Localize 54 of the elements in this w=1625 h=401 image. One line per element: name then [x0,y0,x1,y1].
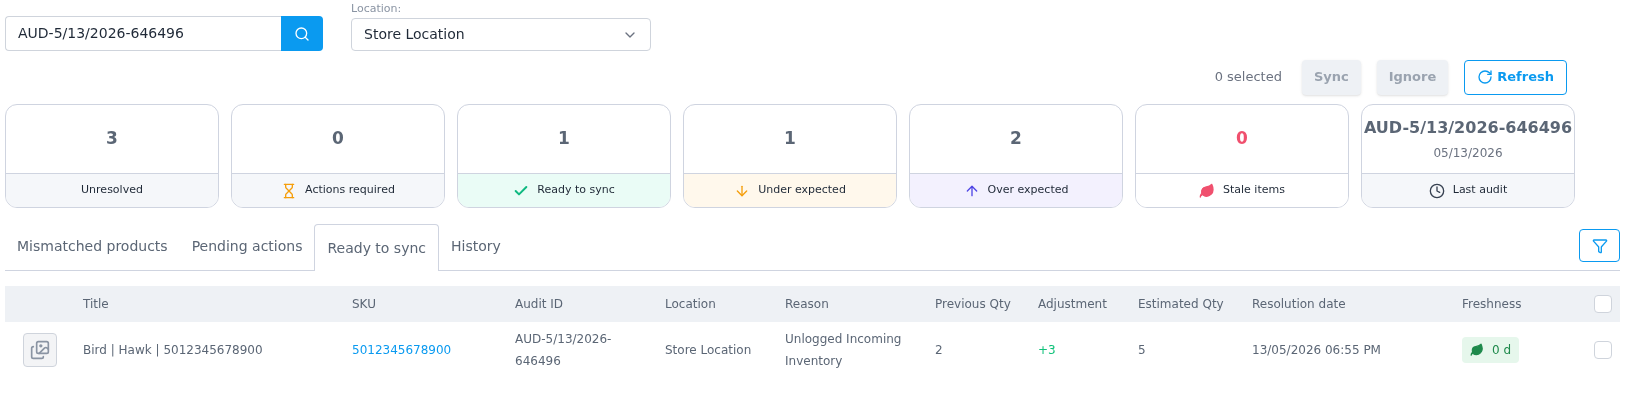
stat-label: Unresolved [81,182,143,199]
column-header: Reason [785,297,829,311]
table-cell-text: 5 [1138,341,1147,359]
stat-value: 3 [106,127,118,151]
column-header: Estimated Qty [1138,297,1224,311]
sku-link[interactable]: 5012345678900 [352,342,452,357]
stat-value: 0 [1236,127,1248,151]
column-header: Freshness [1462,297,1522,311]
stat-value: 2 [1010,127,1022,151]
refresh-icon [1477,69,1494,85]
stat-date: 05/13/2026 [1433,145,1503,162]
leaf-icon [1470,342,1484,357]
tab[interactable]: History [439,223,513,270]
column-header: SKU [352,297,376,311]
tab[interactable]: Ready to sync [314,224,440,271]
column-header: Previous Qty [935,297,1011,311]
column-header: Location [665,297,716,311]
stat-value: 1 [784,127,796,151]
search-button[interactable] [281,16,323,51]
table-cell-text: Bird | Hawk | 5012345678900 [83,341,264,359]
images-icon [30,339,50,360]
table-cell-text: AUD-5/13/2026-646496 [515,330,613,370]
tab[interactable]: Pending actions [179,223,315,270]
row-checkbox[interactable] [1593,340,1612,359]
stat-value: AUD-5/13/2026-646496 [1363,117,1573,139]
leaf-icon [1199,182,1215,199]
stat-label: Stale items [1223,182,1285,199]
field-label: Location: [351,2,403,16]
filter-icon [1591,237,1608,254]
stat-label: Last audit [1452,182,1508,199]
search-icon [294,25,310,42]
stat-value: 0 [332,127,344,151]
column-header: Title [83,297,109,311]
search-field[interactable]: AUD-5/13/2026-646496 [5,16,281,51]
stat-value: 1 [558,127,570,151]
freshness-badge: 0 d [1462,336,1520,363]
column-header: Adjustment [1038,297,1107,311]
table-cell-text: 13/05/2026 06:55 PM [1252,341,1382,359]
clock-icon [1428,182,1445,199]
tab[interactable]: Mismatched products [5,223,180,270]
selected-count: 0 selected [1214,68,1282,87]
select-all-checkbox[interactable] [1593,295,1612,313]
table-cell-text: Unlogged Incoming Inventory [785,330,903,370]
table-cell-text: Store Location [665,341,753,359]
filter-button[interactable] [1579,229,1620,262]
table-cell: +3 [1038,342,1056,357]
column-header: Resolution date [1252,297,1346,311]
column-header: Audit ID [515,297,564,311]
stat-label: Actions required [305,182,395,199]
stat-label: Over expected [987,182,1069,199]
stat-label: Under expected [758,182,846,199]
location-select[interactable]: Store Location [351,18,651,51]
table-cell-text: 2 [935,341,944,359]
stat-label: Ready to sync [537,182,615,199]
